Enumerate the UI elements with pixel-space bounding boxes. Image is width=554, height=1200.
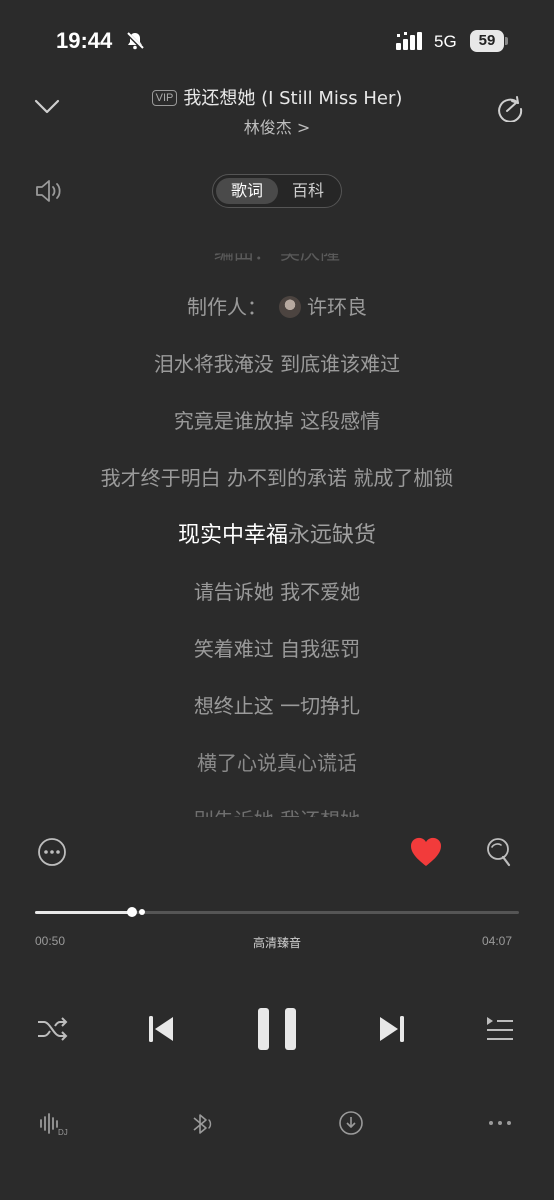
lyrics-wiki-tabs: 歌词 百科 (212, 174, 342, 208)
battery-level: 59 (470, 30, 504, 52)
producer-name[interactable]: 许环良 (307, 295, 367, 319)
progress-fill (35, 911, 132, 914)
svg-text:DJ: DJ (58, 1128, 68, 1137)
more-circle-icon[interactable] (37, 837, 67, 867)
producer-avatar (279, 296, 301, 318)
playlist-icon[interactable] (485, 1014, 515, 1044)
comment-icon[interactable] (485, 836, 515, 868)
previous-icon[interactable] (147, 1014, 175, 1044)
lyric-sung-part: 现实中幸福 (177, 523, 288, 548)
total-duration: 04:07 (482, 934, 513, 948)
lyric-line[interactable]: 究竟是谁放掉 这段感情 (0, 405, 554, 434)
lyric-line[interactable]: 笑着难过 自我惩罚 (0, 633, 554, 662)
download-icon[interactable] (338, 1110, 364, 1136)
progress-handle-dot (138, 909, 145, 915)
producer-label: 制作人： (187, 295, 267, 319)
shuffle-icon[interactable] (36, 1014, 70, 1044)
lyric-line[interactable]: 请告诉她 我不爱她 (0, 576, 554, 605)
lyric-producer-line[interactable]: 制作人： 许环良 (0, 291, 554, 320)
artist-link[interactable]: 林俊杰 > (0, 114, 554, 138)
share-icon[interactable] (496, 94, 524, 122)
progress-handle[interactable] (126, 907, 137, 917)
heart-icon[interactable] (409, 836, 443, 868)
pause-icon[interactable] (256, 1006, 298, 1052)
volume-icon[interactable] (34, 178, 64, 204)
network-type: 5G (434, 32, 457, 51)
lyric-line[interactable]: 我才终于明白 办不到的承诺 就成了枷锁 (0, 462, 554, 491)
lyric-line-faded[interactable]: 编曲： 吴庆隆 (0, 253, 554, 265)
sound-effect-icon[interactable]: DJ (38, 1111, 70, 1137)
bluetooth-icon[interactable] (188, 1111, 216, 1137)
song-title-row: VIP 我还想她 (I Still Miss Her) (0, 84, 554, 110)
lyric-line-faded[interactable]: 别告诉她 我还想她 (0, 804, 554, 817)
lyric-line[interactable]: 泪水将我淹没 到底谁该难过 (0, 348, 554, 377)
lyric-line[interactable]: 横了心说真心谎话 (0, 747, 554, 776)
lyric-line[interactable]: 想终止这 一切挣扎 (0, 690, 554, 719)
tab-lyrics[interactable]: 歌词 (216, 178, 278, 204)
song-title: 我还想她 (I Still Miss Her) (183, 88, 403, 109)
status-time: 19:44 (56, 28, 113, 53)
vip-badge: VIP (151, 90, 178, 106)
lyric-current-line[interactable]: 现实中幸福永远缺货 (0, 517, 554, 549)
battery-cap (505, 37, 508, 45)
tab-wiki[interactable]: 百科 (279, 178, 337, 204)
audio-quality[interactable]: 高清臻音 (0, 934, 554, 951)
lyric-unsung-part: 永远缺货 (288, 523, 377, 548)
mute-bell-icon (125, 31, 145, 51)
more-icon[interactable] (487, 1116, 513, 1130)
signal-icon (396, 32, 426, 50)
next-icon[interactable] (378, 1014, 406, 1044)
